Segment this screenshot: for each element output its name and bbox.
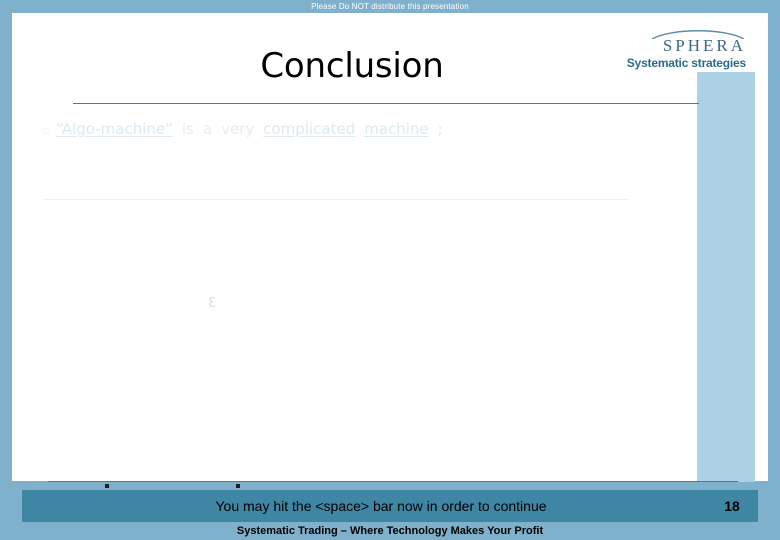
tick-mark xyxy=(105,484,109,488)
page-title: Conclusion xyxy=(260,46,444,86)
bullet-fragment: a xyxy=(202,120,213,138)
bullet-fragment: complicated xyxy=(263,120,356,138)
prompt-divider xyxy=(48,481,738,482)
page-number: 18 xyxy=(724,498,740,514)
presentation-slide: Please Do NOT distribute this presentati… xyxy=(0,0,780,540)
bullet-fragment: machine xyxy=(364,120,429,138)
brand-wordmark: SPHERA xyxy=(662,36,746,55)
bullet-fragment: very xyxy=(221,120,255,138)
bullet-item: ▫ “Algo-machine” is a very complicated m… xyxy=(42,118,682,142)
body-divider xyxy=(44,199,628,200)
bullet-marker-icon: ▫ xyxy=(42,124,50,137)
slide-body: ▫ “Algo-machine” is a very complicated m… xyxy=(12,109,768,488)
notice-banner: Please Do NOT distribute this presentati… xyxy=(0,0,780,12)
slide-canvas: Conclusion SPHERA Systematic strategies … xyxy=(12,13,768,488)
footer-tagline-text: Systematic Trading – Where Technology Ma… xyxy=(236,525,544,537)
continue-prompt-text: You may hit the <space> bar now in order… xyxy=(215,498,547,514)
faint-glyph-artifact: Ɛ xyxy=(208,296,216,311)
continue-prompt-bar[interactable]: You may hit the <space> bar now in order… xyxy=(22,490,758,522)
footer-tagline: Systematic Trading – Where Technology Ma… xyxy=(0,522,780,540)
title-divider xyxy=(73,103,699,104)
brand-tagline: Systematic strategies xyxy=(626,56,746,70)
bullet-fragment: ; xyxy=(437,120,443,138)
notice-banner-text: Please Do NOT distribute this presentati… xyxy=(311,1,469,11)
bullet-fragment: is xyxy=(181,120,194,138)
bullet-fragment: “Algo-machine” xyxy=(56,120,173,138)
tick-mark xyxy=(236,484,240,488)
